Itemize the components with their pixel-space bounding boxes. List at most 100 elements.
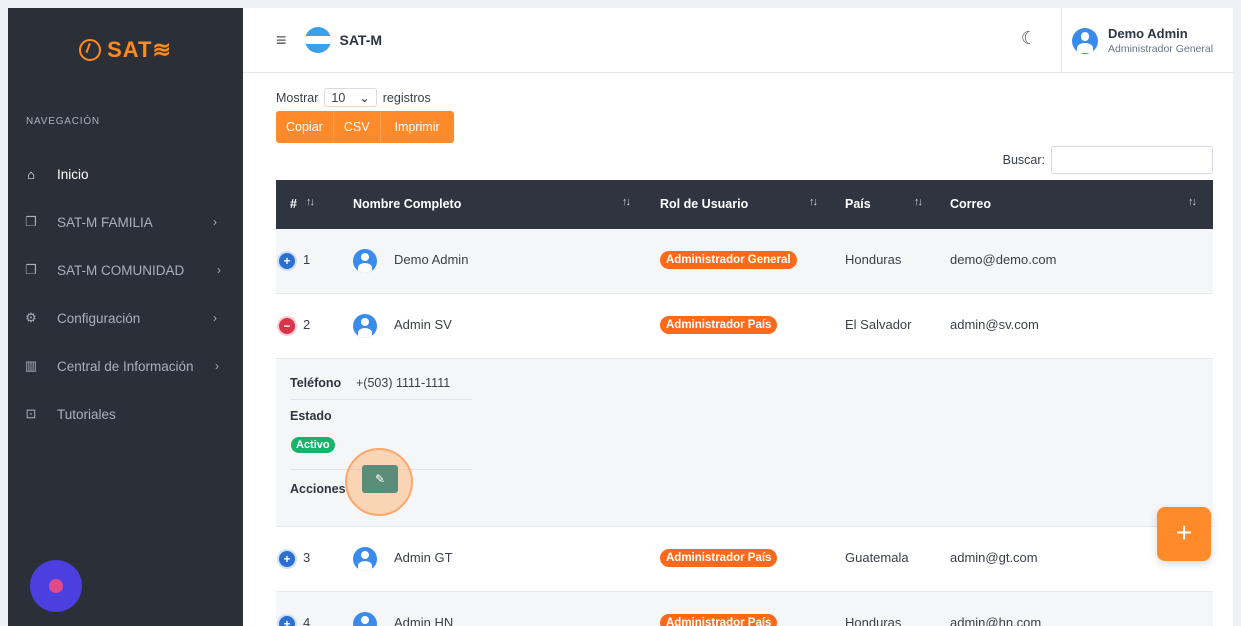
table-row[interactable]: − 2 Admin SV Administrador País El Salva… [276,294,1213,359]
country: Honduras [845,252,902,267]
page-length-select[interactable]: 10 ⌄ [324,88,377,107]
role-badge: Administrador País [660,316,778,334]
sort-icon[interactable]: ↑↓ [809,196,818,208]
gear-icon: ⚙ [25,310,37,325]
chevron-right-icon: › [217,263,221,277]
avatar [353,547,377,571]
table-row[interactable]: + 3 Admin GT Administrador País Guatemal… [276,527,1213,592]
chevron-right-icon: › [213,215,217,229]
home-icon: ⌂ [27,166,35,182]
column-header-country[interactable]: País [845,197,871,211]
phone-label: Teléfono [290,376,342,390]
country: El Salvador [845,317,912,332]
row-number: 3 [303,550,311,565]
column-header-email[interactable]: Correo [950,197,991,211]
table-row[interactable]: + 1 Demo Admin Administrador General Hon… [276,229,1213,294]
expand-row-icon[interactable]: + [279,551,295,567]
expand-row-icon[interactable]: + [279,616,295,626]
sidebar: SAT≋ NAVEGACIÓN ⌂ Inicio ❐ SAT-M FAMILIA… [8,8,243,626]
sort-icon[interactable]: ↑↓ [914,196,923,208]
show-label: Mostrar [276,90,319,105]
avatar [1072,27,1098,54]
csv-button[interactable]: CSV [333,111,381,143]
user-name: Demo Admin [1108,26,1188,41]
divider [290,399,472,400]
phone-value: +(503) 1111-1111 [356,376,451,390]
user-full-name: Admin SV [394,317,452,332]
expand-row-icon[interactable]: + [279,253,295,269]
copy-button[interactable]: Copiar [276,111,334,143]
sidebar-item-sat-m-comunidad[interactable]: ❐ SAT-M COMUNIDAD › [8,246,243,294]
add-user-button[interactable]: + [1157,507,1211,561]
sidebar-item-sat-m-familia[interactable]: ❐ SAT-M FAMILIA › [8,198,243,246]
column-header-name[interactable]: Nombre Completo [353,197,461,211]
row-number: 1 [303,252,311,267]
country: Honduras [845,615,902,626]
user-full-name: Admin GT [394,550,453,565]
chevron-right-icon: › [215,359,219,373]
app-logo[interactable]: SAT≋ [8,8,243,92]
avatar [353,612,377,626]
status-label: Estado [290,409,332,423]
column-header-number[interactable]: # [290,197,297,211]
sort-icon[interactable]: ↑↓ [1188,196,1197,208]
presentation-icon: ⊡ [25,406,37,421]
main-content: Mostrar 10 ⌄ registros Copiar CSV Imprim… [243,73,1233,626]
users-table: # ↑↓ Nombre Completo ↑↓ Rol de Usuario ↑… [276,180,1213,626]
logo-text: SAT≋ [107,37,172,62]
chevron-right-icon: › [213,311,217,325]
copy-icon: ❐ [25,214,37,229]
table-row[interactable]: + 4 Admin HN Administrador País Honduras… [276,592,1213,626]
flag-icon [304,27,331,53]
sidebar-item-tutoriales[interactable]: ⊡ Tutoriales [8,390,243,438]
status-badge: Activo [291,437,335,453]
row-number: 2 [303,317,311,332]
topbar: ≡ SAT-M ☾ Demo Admin Administrador Gener… [243,8,1233,73]
avatar [353,314,377,338]
print-button[interactable]: Imprimir [380,111,454,143]
sidebar-item-central-de-informacion[interactable]: ▥ Central de Información › [8,342,243,390]
user-menu[interactable]: Demo Admin Administrador General [1061,8,1233,73]
edit-button[interactable]: ✎ [362,465,398,493]
search-label: Buscar: [1002,153,1045,167]
role-badge: Administrador País [660,549,778,567]
menu-toggle-icon[interactable]: ≡ [276,30,287,51]
chat-dot-icon [49,579,63,593]
sidebar-item-label: Inicio [57,166,89,182]
page-length-control: Mostrar 10 ⌄ registros [276,88,431,107]
row-detail-panel: Teléfono +(503) 1111-1111 Estado Activo … [276,359,1213,527]
chevron-down-icon: ⌄ [359,91,370,105]
table-header: # ↑↓ Nombre Completo ↑↓ Rol de Usuario ↑… [276,180,1213,229]
role-badge: Administrador País [660,614,778,626]
logo-mark-icon [79,39,102,61]
sidebar-item-label: SAT-M FAMILIA [57,214,153,230]
sort-icon[interactable]: ↑↓ [306,196,315,208]
email: admin@gt.com [950,550,1038,565]
search-input[interactable] [1051,146,1213,174]
records-label: registros [382,90,431,105]
nav-header: NAVEGACIÓN [26,116,100,127]
sidebar-item-label: Configuración [57,310,141,326]
email: demo@demo.com [950,252,1057,267]
page-edge [1233,0,1241,626]
pencil-icon: ✎ [374,472,386,486]
copy-icon: ❐ [25,262,37,277]
dark-mode-toggle-icon[interactable]: ☾ [1021,28,1037,49]
bar-chart-icon: ▥ [24,358,38,373]
chat-launcher-button[interactable] [30,560,82,612]
email: admin@hn.com [950,615,1042,626]
sidebar-item-configuracion[interactable]: ⚙ Configuración › [8,294,243,342]
collapse-row-icon[interactable]: − [279,318,295,334]
export-buttons: Copiar CSV Imprimir [276,111,454,143]
sidebar-item-inicio[interactable]: ⌂ Inicio [8,150,243,198]
email: admin@sv.com [950,317,1039,332]
row-number: 4 [303,615,311,626]
sidebar-item-label: SAT-M COMUNIDAD [57,262,185,278]
sort-icon[interactable]: ↑↓ [622,196,631,208]
column-header-role[interactable]: Rol de Usuario [660,197,748,211]
sidebar-item-label: Tutoriales [57,406,116,422]
search-control: Buscar: [1003,146,1213,174]
user-full-name: Admin HN [394,615,454,626]
user-meta: Demo Admin Administrador General [1108,26,1213,55]
avatar [353,249,377,273]
